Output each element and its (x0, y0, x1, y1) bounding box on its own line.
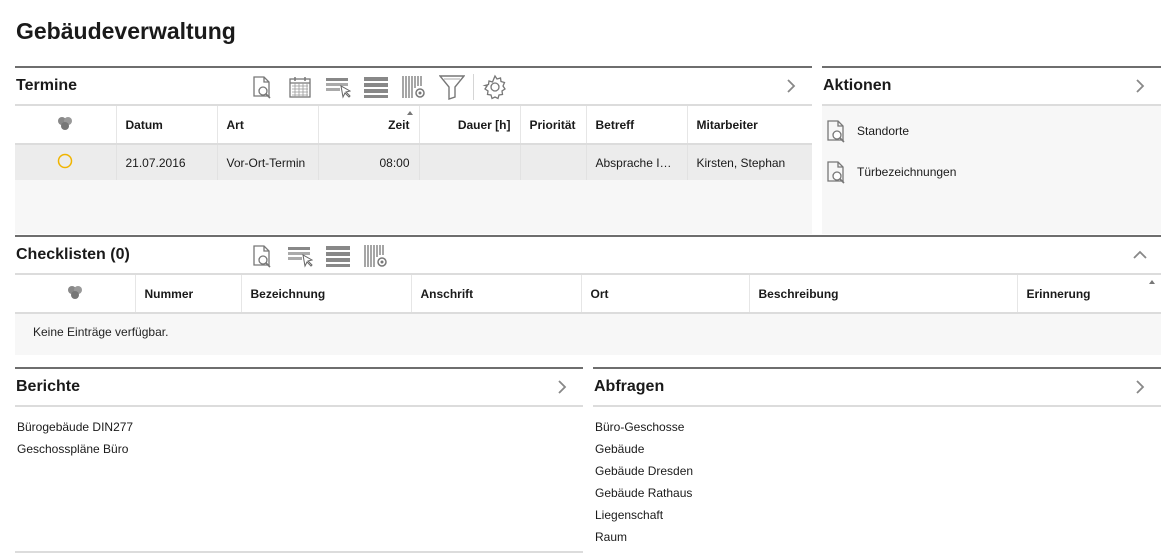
list-item[interactable]: Geschosspläne Büro (17, 439, 583, 461)
checklisten-table: Nummer Bezeichnung Anschrift Ort Beschre… (15, 275, 1161, 314)
action-tuerbezeichnungen[interactable]: Türbezeichnungen (822, 151, 1161, 192)
abfragen-header: Abfragen (593, 369, 1161, 407)
cell-art: Vor-Ort-Termin (217, 144, 319, 180)
cell-zeit: 08:00 (318, 144, 420, 180)
checklisten-toolbar (247, 241, 399, 271)
termine-table: Datum Art Zeit Dauer [h] Priorität Betre… (15, 106, 812, 180)
empty-message: Keine Einträge verfügbar. (33, 325, 169, 339)
list-item[interactable]: Bürogebäude DIN277 (17, 417, 583, 439)
page-title: Gebäudeverwaltung (16, 18, 236, 44)
status-column-header[interactable] (15, 275, 136, 314)
list-item[interactable]: Liegenschaft (595, 505, 1161, 527)
search-document-button[interactable] (247, 241, 277, 271)
filter-button[interactable] (437, 72, 467, 102)
gear-icon (482, 74, 506, 100)
document-search-icon (827, 119, 845, 143)
action-label: Türbezeichnungen (857, 164, 957, 179)
checklisten-header: Checklisten (0) (15, 237, 1161, 275)
checklisten-header-row: Nummer Bezeichnung Anschrift Ort Beschre… (15, 275, 1161, 314)
cell-betreff: Absprache In… (586, 144, 688, 180)
column-header-nummer[interactable]: Nummer (135, 275, 242, 314)
aktionen-panel: Aktionen Standorte Türbezeichnungen (822, 66, 1161, 234)
chevron-right-icon[interactable] (1131, 77, 1149, 95)
list-item[interactable]: Büro-Geschosse (595, 417, 1161, 439)
column-settings-button[interactable] (399, 72, 429, 102)
column-header-mitarbeiter[interactable]: Mitarbeiter (687, 106, 812, 145)
action-label: Standorte (857, 123, 910, 138)
berichte-header: Berichte (15, 369, 583, 407)
cell-dauer (419, 144, 521, 180)
column-header-anschrift[interactable]: Anschrift (411, 275, 582, 314)
chevron-right-icon[interactable] (553, 378, 571, 396)
action-standorte[interactable]: Standorte (822, 110, 1161, 151)
column-header-art[interactable]: Art (217, 106, 319, 145)
column-header-beschreibung[interactable]: Beschreibung (749, 275, 1018, 314)
abfragen-list: Büro-Geschosse Gebäude Gebäude Dresden G… (593, 407, 1161, 549)
toolbar-separator (473, 74, 474, 100)
berichte-title: Berichte (16, 378, 81, 395)
row-select-icon (326, 78, 351, 99)
column-header-erinnerung-label: Erinnerung (1026, 286, 1091, 301)
checklisten-panel: Checklisten (0) Nummer Bezeichnung Ansch… (15, 235, 1161, 355)
column-header-dauer[interactable]: Dauer [h] (419, 106, 521, 145)
berichte-panel: Berichte Bürogebäude DIN277 Geschossplän… (15, 367, 583, 553)
chevron-right-icon[interactable] (782, 77, 800, 95)
cell-mitarbeiter: Kirsten, Stephan (687, 144, 812, 180)
aktionen-title: Aktionen (823, 77, 892, 94)
calendar-button[interactable] (285, 72, 315, 102)
list-item[interactable]: Gebäude (595, 439, 1161, 461)
document-search-icon (253, 245, 271, 268)
calendar-icon (289, 77, 311, 98)
column-settings-icon (402, 76, 425, 98)
cell-prioritaet (520, 144, 587, 180)
sort-ascending-icon (1149, 280, 1155, 284)
row-layout-button[interactable] (323, 241, 353, 271)
row-layout-button[interactable] (361, 72, 391, 102)
column-header-ort[interactable]: Ort (581, 275, 750, 314)
abfragen-panel: Abfragen Büro-Geschosse Gebäude Gebäude … (593, 367, 1161, 553)
column-settings-button[interactable] (361, 241, 391, 271)
chevron-up-icon[interactable] (1131, 246, 1149, 264)
column-header-bezeichnung[interactable]: Bezeichnung (241, 275, 412, 314)
column-settings-icon (364, 245, 387, 267)
termine-toolbar (247, 72, 518, 102)
table-row[interactable]: 21.07.2016 Vor-Ort-Termin 08:00 Absprach… (15, 144, 812, 180)
cell-datum: 21.07.2016 (116, 144, 218, 180)
sort-ascending-icon (406, 111, 413, 115)
chevron-right-icon[interactable] (1131, 378, 1149, 396)
aktionen-header: Aktionen (822, 68, 1161, 106)
column-header-betreff[interactable]: Betreff (586, 106, 688, 145)
column-header-zeit-label: Zeit (388, 117, 410, 132)
termine-title: Termine (16, 77, 78, 94)
rows-icon (326, 246, 350, 267)
termine-header-row: Datum Art Zeit Dauer [h] Priorität Betre… (15, 106, 812, 145)
filter-icon (439, 75, 465, 100)
settings-button[interactable] (480, 72, 510, 102)
status-circle-icon (58, 153, 73, 169)
list-item[interactable]: Gebäude Rathaus (595, 483, 1161, 505)
search-document-button[interactable] (247, 72, 277, 102)
document-search-icon (253, 76, 271, 99)
column-header-prioritaet[interactable]: Priorität (520, 106, 587, 145)
checklisten-title: Checklisten (0) (16, 246, 130, 263)
status-cell (15, 144, 117, 180)
column-header-datum[interactable]: Datum (116, 106, 218, 145)
list-item[interactable]: Raum (595, 527, 1161, 549)
status-circles-icon (67, 286, 82, 299)
document-search-icon (827, 160, 845, 184)
abfragen-title: Abfragen (594, 378, 665, 395)
select-rows-button[interactable] (285, 241, 315, 271)
column-header-zeit[interactable]: Zeit (318, 106, 420, 145)
select-rows-button[interactable] (323, 72, 353, 102)
status-column-header[interactable] (15, 106, 117, 145)
status-circles-icon (58, 117, 73, 130)
termine-panel: Termine Datum Art Zeit Dauer [h] Priorit… (15, 66, 812, 234)
row-select-icon (288, 247, 313, 268)
termine-header: Termine (15, 68, 812, 106)
berichte-list: Bürogebäude DIN277 Geschosspläne Büro (15, 407, 583, 461)
rows-icon (364, 77, 388, 98)
list-item[interactable]: Gebäude Dresden (595, 461, 1161, 483)
column-header-erinnerung[interactable]: Erinnerung (1017, 275, 1161, 314)
